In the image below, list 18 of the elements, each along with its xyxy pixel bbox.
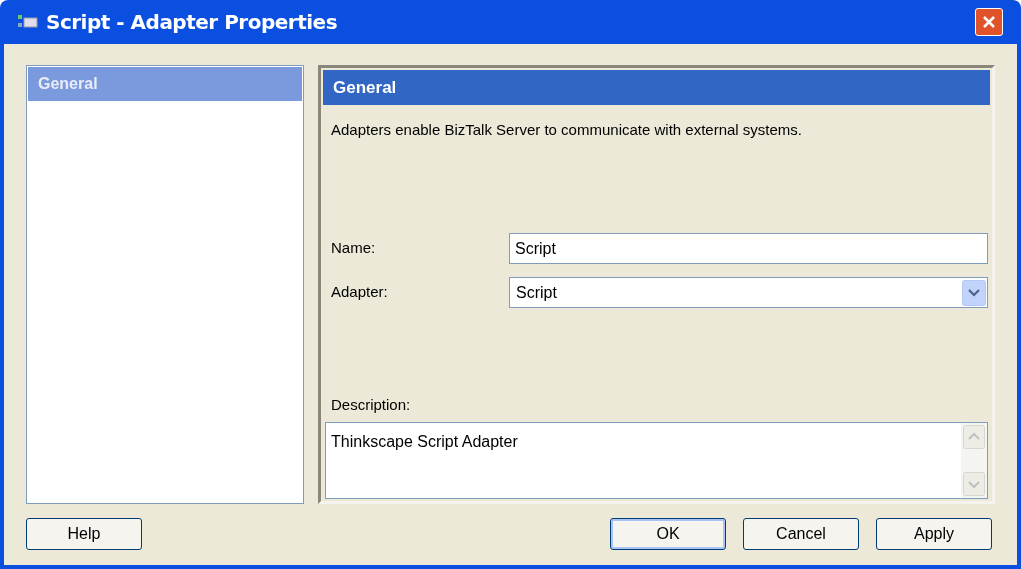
close-button[interactable]: [975, 8, 1003, 36]
dialog-button[interactable]: Cancel: [743, 518, 859, 550]
window-app-icon: [18, 13, 38, 31]
scroll-down-icon: [963, 472, 985, 496]
dialog-button[interactable]: OK: [610, 518, 726, 550]
description-label: Description:: [331, 395, 412, 416]
panel-header: General: [323, 70, 990, 105]
name-label: Name:: [331, 238, 377, 259]
panel-description: Adapters enable BizTalk Server to communicate with external systems.: [331, 119, 804, 140]
scroll-up-icon: [963, 424, 985, 449]
adapter-dropdown[interactable]: Script: [509, 277, 988, 309]
name-input[interactable]: Script: [509, 233, 988, 265]
dialog-button[interactable]: Help: [26, 518, 142, 550]
close-icon: [981, 14, 997, 30]
description-textarea[interactable]: Thinkscape Script Adapter: [325, 421, 988, 499]
dialog-button[interactable]: Apply: [876, 518, 992, 550]
window-title: Script - Adapter Properties: [46, 9, 338, 36]
adapter-label: Adapter:: [331, 282, 389, 303]
